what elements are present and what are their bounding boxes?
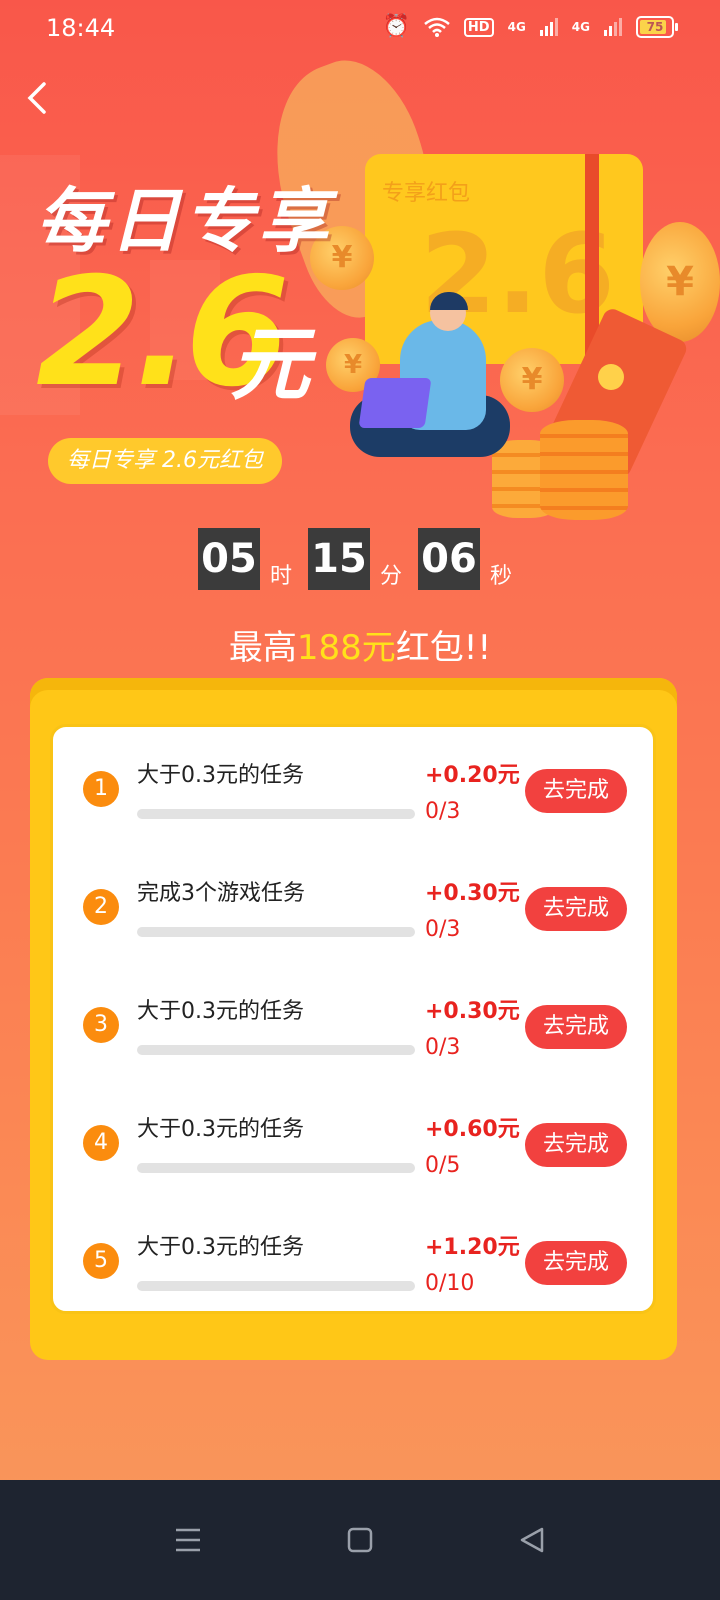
task-row: 3 大于0.3元的任务 +0.30元 0/3 去完成	[53, 963, 659, 1081]
signal-icon	[539, 18, 558, 36]
status-time: 18:44	[46, 14, 116, 42]
task-progress-bar	[137, 1045, 415, 1055]
task-reward: +0.30元	[425, 999, 520, 1024]
task-progress-bar	[137, 809, 415, 819]
coin-icon: ¥	[500, 348, 564, 412]
hero-pill-badge: 每日专享 2.6元红包	[48, 438, 282, 484]
go-complete-button[interactable]: 去完成	[525, 1123, 627, 1167]
go-complete-button[interactable]: 去完成	[525, 1005, 627, 1049]
task-row: 5 大于0.3元的任务 +1.20元 0/10 去完成	[53, 1199, 659, 1317]
countdown-seconds-unit: 秒	[490, 564, 513, 589]
task-reward: +0.20元	[425, 763, 520, 788]
menu-icon	[176, 1528, 200, 1552]
go-complete-button[interactable]: 去完成	[525, 769, 627, 813]
task-row: 2 完成3个游戏任务 +0.30元 0/3 去完成	[53, 845, 659, 963]
back-button[interactable]	[18, 78, 58, 118]
task-reward: +1.20元	[425, 1235, 520, 1260]
task-index-badge: 1	[83, 771, 119, 807]
coin-icon: ¥	[640, 222, 720, 342]
countdown-seconds: 06	[418, 528, 480, 590]
task-list: 1 大于0.3元的任务 +0.20元 0/3 去完成 2 完成3个游戏任务 +0…	[50, 724, 656, 1314]
task-progress-bar	[137, 927, 415, 937]
wifi-icon	[424, 17, 450, 37]
envelope-seal	[598, 364, 624, 390]
promo-headline: 最高188元红包!!	[0, 620, 720, 669]
countdown-minutes: 15	[307, 528, 370, 590]
task-reward: +0.60元	[425, 1117, 520, 1142]
task-progress-text: 0/10	[425, 1271, 475, 1296]
task-row: 1 大于0.3元的任务 +0.20元 0/3 去完成	[53, 727, 659, 845]
back-triangle-icon	[520, 1527, 544, 1553]
task-progress-bar	[137, 1163, 415, 1173]
signal-4g-2: 4G	[571, 20, 590, 34]
task-progress-bar	[137, 1281, 415, 1291]
task-index-badge: 3	[83, 1007, 119, 1043]
status-icons: ⏰ HD 4G 4G 75	[382, 14, 678, 39]
countdown-hours: 05	[197, 528, 260, 590]
battery-level: 75	[646, 20, 664, 34]
go-complete-button[interactable]: 去完成	[525, 1241, 627, 1285]
chevron-left-icon	[27, 82, 46, 114]
task-title: 大于0.3元的任务	[137, 1235, 304, 1260]
countdown-timer: 05 时 15 分 06 秒	[0, 528, 720, 590]
countdown-minutes-unit: 分	[379, 564, 402, 589]
task-progress-text: 0/3	[425, 799, 461, 824]
nav-home-button[interactable]	[320, 1500, 400, 1580]
task-index-badge: 5	[83, 1243, 119, 1279]
alarm-icon: ⏰	[382, 14, 410, 39]
nav-menu-button[interactable]	[148, 1500, 228, 1580]
task-title: 完成3个游戏任务	[137, 881, 305, 906]
task-title: 大于0.3元的任务	[137, 1117, 304, 1142]
nav-back-button[interactable]	[492, 1500, 572, 1580]
coin-stack-illustration	[540, 420, 628, 520]
signal-icon-2	[604, 18, 622, 36]
task-progress-text: 0/3	[425, 917, 461, 942]
signal-4g-1: 4G	[507, 20, 526, 34]
hero-unit: 元	[230, 318, 310, 411]
task-reward: +0.30元	[425, 881, 520, 906]
home-square-icon	[347, 1527, 373, 1553]
task-index-badge: 4	[83, 1125, 119, 1161]
red-packet-card-label: 专享红包	[382, 181, 471, 206]
task-progress-text: 0/3	[425, 1035, 461, 1060]
promo-prefix: 最高	[228, 628, 297, 668]
laptop-illustration	[358, 378, 432, 428]
task-progress-text: 0/5	[425, 1153, 461, 1178]
task-row: 4 大于0.3元的任务 +0.60元 0/5 去完成	[53, 1081, 659, 1199]
promo-highlight: 188元	[296, 628, 396, 668]
task-title: 大于0.3元的任务	[137, 999, 304, 1024]
task-title: 大于0.3元的任务	[137, 763, 304, 788]
task-index-badge: 2	[83, 889, 119, 925]
countdown-hours-unit: 时	[269, 564, 292, 589]
go-complete-button[interactable]: 去完成	[525, 887, 627, 931]
hd-badge: HD	[463, 17, 494, 37]
promo-suffix: 红包!!	[395, 628, 492, 668]
battery-icon: 75	[636, 16, 678, 38]
